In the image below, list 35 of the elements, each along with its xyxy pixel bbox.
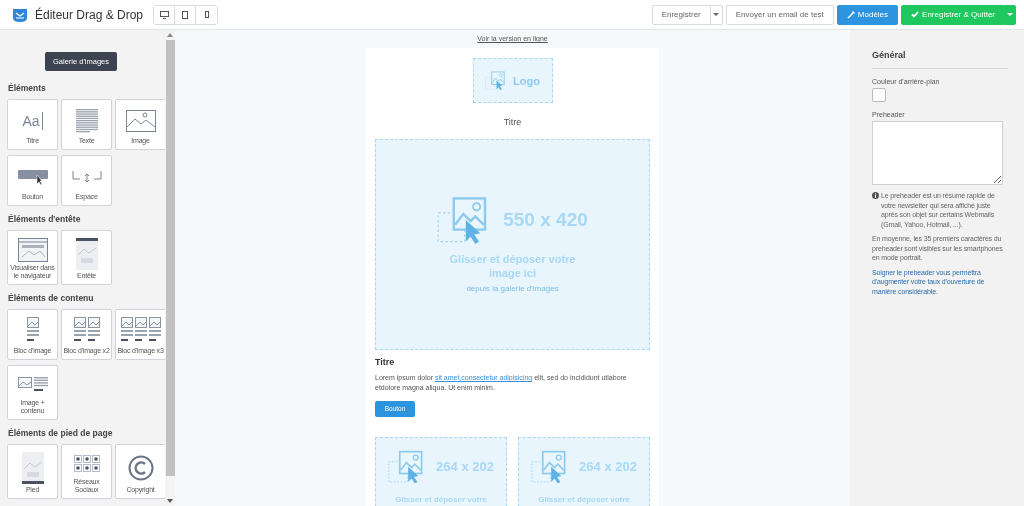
article-title[interactable]: Titre [375, 357, 650, 367]
device-toggle-button[interactable] [154, 5, 176, 24]
image-text-icon [17, 377, 48, 393]
email-title[interactable]: Titre [503, 117, 522, 127]
save-button[interactable]: Enregistrer [651, 4, 711, 25]
phone-icon [204, 11, 209, 18]
save-quit-options-button[interactable] [1004, 4, 1016, 25]
browser-window-icon [17, 238, 48, 262]
send-test-button[interactable]: Envoyer un email de test [725, 4, 834, 25]
caret-icon [1007, 12, 1013, 17]
preheader-field[interactable] [872, 121, 1003, 185]
social-icons-icon [73, 455, 100, 473]
section-heading: Éléments d'entête [8, 214, 82, 224]
color-swatch[interactable] [872, 88, 886, 102]
text-lines-icon [75, 109, 98, 133]
section-heading: Éléments de contenu [8, 293, 95, 303]
button-cursor-icon [17, 169, 48, 185]
image-icon [125, 110, 156, 132]
app-logo-icon [12, 6, 28, 23]
wand-icon [846, 10, 855, 19]
monitor-icon [159, 10, 169, 19]
tablet-icon [182, 10, 189, 19]
section-heading: Éléments [8, 83, 47, 93]
info-icon [872, 192, 879, 199]
spacing-icon [71, 170, 102, 184]
scroll-down-icon [167, 499, 173, 503]
check-icon [911, 11, 920, 18]
caret-icon [713, 12, 720, 17]
copyright-icon [127, 455, 154, 481]
app-title: Éditeur Drag & Drop [35, 7, 144, 22]
panel-title: Général [872, 50, 907, 60]
section-heading: Éléments de pied de page [8, 428, 114, 438]
scroll-up-icon [167, 33, 173, 37]
footer-layout-icon [21, 452, 44, 484]
header-layout-icon [75, 238, 98, 270]
